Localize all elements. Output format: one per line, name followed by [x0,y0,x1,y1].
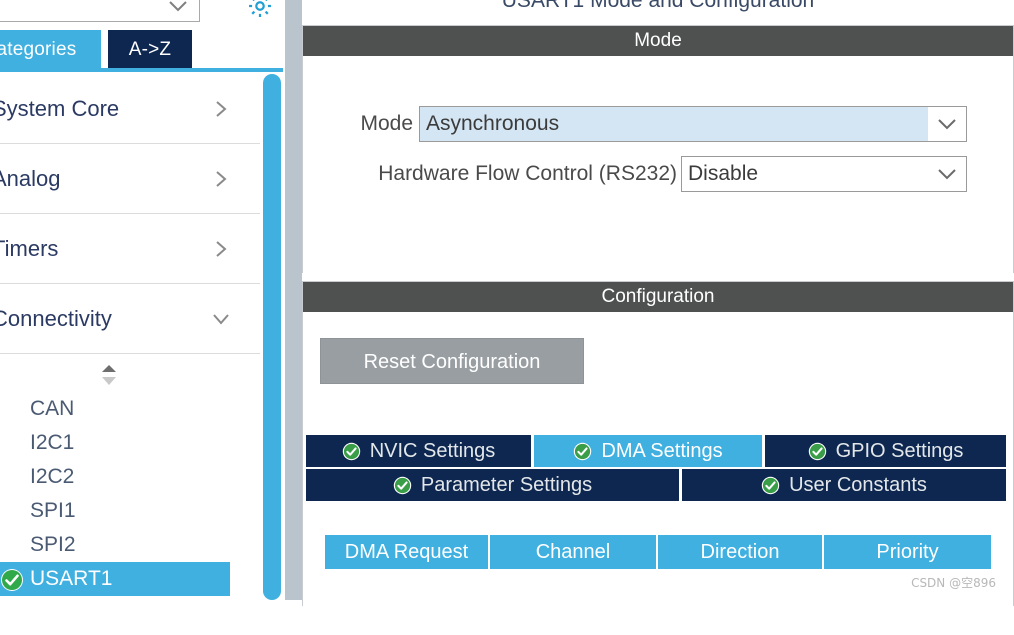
mode-section-header: Mode [303,26,1013,56]
page-title: USART1 Mode and Configuration [501,0,815,12]
sidebar-tabstrip: Categories A->Z [0,30,287,70]
chevron-down-icon [167,0,189,13]
hardware-flow-control-value: Disable [688,162,759,185]
connectivity-peripheral-list: CAN I2C1 I2C2 SPI1 SPI2 USART1 [0,354,260,596]
tab-gpio-settings[interactable]: GPIO Settings [765,435,1006,467]
check-circle-icon [0,568,24,600]
hardware-flow-control-field-row: Hardware Flow Control (RS232) Disable [347,156,967,192]
tabstrip-underline [0,68,283,72]
mode-dropdown-value: Asynchronous [426,112,560,135]
watermark: CSDN @空896 [911,576,996,590]
list-item[interactable]: CAN [0,392,260,426]
peripheral-search-combo[interactable] [0,0,200,22]
hardware-flow-control-label: Hardware Flow Control (RS232) [378,162,677,185]
configuration-section-body: Reset Configuration NVIC Settings DMA Se… [303,312,1013,635]
tab-label: NVIC Settings [369,439,496,462]
tab-label: User Constants [789,473,927,496]
check-circle-icon [761,476,780,495]
check-circle-icon [342,442,361,461]
configuration-tabs-row-1: NVIC Settings DMA Settings GPIO Settings [306,435,1006,467]
reset-configuration-button[interactable]: Reset Configuration [320,338,584,384]
sidebar-item-connectivity[interactable]: Connectivity [0,284,260,354]
chevron-down-icon[interactable] [928,107,966,141]
list-item-label: USART1 [30,567,113,590]
list-item[interactable]: I2C2 [0,460,260,494]
list-item-label: CAN [30,397,75,420]
component-sidebar: Categories A->Z System Core Analog [0,0,287,600]
tab-categories[interactable]: Categories [0,30,101,70]
mode-section: Mode Mode Asynchronous Hardware Flow Con… [302,25,1014,302]
sidebar-item-label: Connectivity [0,305,112,331]
chevron-right-icon [210,238,232,260]
list-scroll-spinner[interactable] [0,354,260,392]
chevron-right-icon [210,168,232,190]
sidebar-item-analog[interactable]: Analog [0,144,260,214]
tab-label: DMA Settings [601,439,723,462]
configuration-tabs: NVIC Settings DMA Settings GPIO Settings… [306,435,1006,501]
column-header-dma-request[interactable]: DMA Request [325,535,488,569]
mode-field-row: Mode Asynchronous [347,106,967,142]
list-item-label: SPI2 [30,533,76,556]
sidebar-scrollbar[interactable] [263,74,281,600]
tab-parameter-settings[interactable]: Parameter Settings [306,469,679,501]
chevron-down-icon [210,308,232,330]
sidebar-item-label: Analog [0,165,61,191]
tab-a-to-z[interactable]: A->Z [108,30,192,70]
mode-configuration-panel: USART1 Mode and Configuration Mode Mode … [302,0,1014,635]
sidebar-item-system-core[interactable]: System Core [0,74,260,144]
configuration-tabs-row-2: Parameter Settings User Constants [306,469,1006,501]
tab-nvic-settings[interactable]: NVIC Settings [306,435,531,467]
gear-icon[interactable] [246,0,274,20]
list-item[interactable]: SPI1 [0,494,260,528]
dma-table-header: DMA Request Channel Direction Priority [325,535,991,569]
list-item-label: I2C1 [30,431,75,454]
sidebar-scrollbar-thumb[interactable] [263,74,281,600]
sidebar-item-label: Timers [0,235,59,261]
mode-section-body: Mode Asynchronous Hardware Flow Control … [303,56,1013,302]
hardware-flow-control-dropdown[interactable]: Disable [681,156,967,192]
column-header-channel[interactable]: Channel [490,535,656,569]
sort-up-down-icon [102,365,116,385]
list-item[interactable]: I2C1 [0,426,260,460]
panel-divider [285,0,302,600]
list-item-usart1[interactable]: USART1 [0,562,230,596]
sidebar-item-timers[interactable]: Timers [0,214,260,284]
tab-label: GPIO Settings [835,439,964,462]
column-header-direction[interactable]: Direction [658,535,822,569]
check-circle-icon [573,442,592,461]
check-circle-icon [808,442,827,461]
tab-label: Parameter Settings [420,473,593,496]
list-item-label: SPI1 [30,499,76,522]
tab-dma-settings[interactable]: DMA Settings [534,435,762,467]
tab-user-constants[interactable]: User Constants [682,469,1006,501]
chevron-right-icon [210,98,232,120]
configuration-section: Configuration Reset Configuration NVIC S… [302,281,1014,635]
list-item-label: I2C2 [30,465,75,488]
configuration-section-header: Configuration [303,282,1013,312]
category-list: System Core Analog Timers [0,74,260,600]
column-header-priority[interactable]: Priority [824,535,991,569]
stm32cubemx-configuration-view: Categories A->Z System Core Analog [0,0,1014,635]
chevron-down-icon[interactable] [928,157,966,191]
sidebar-item-label: System Core [0,95,120,121]
mode-dropdown[interactable]: Asynchronous [419,106,967,142]
list-item[interactable]: SPI2 [0,528,260,562]
check-circle-icon [393,476,412,495]
mode-field-label: Mode [360,112,413,135]
